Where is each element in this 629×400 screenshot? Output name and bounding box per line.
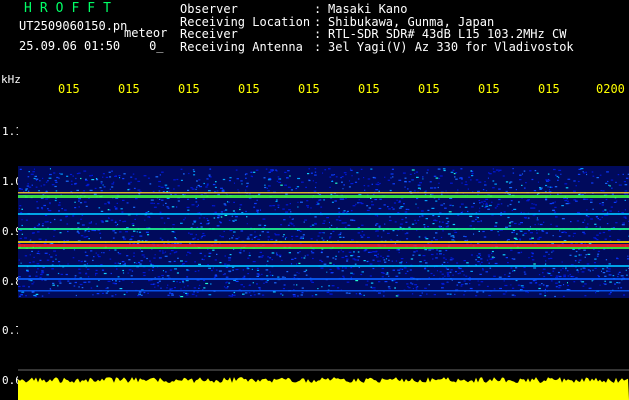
signal-band <box>18 290 629 292</box>
timestamp-suffix: 0_ <box>149 39 164 53</box>
spectrogram <box>18 166 629 400</box>
info-row-antenna: Receiving Antenna:3el Yagi(V) Az 330 for… <box>180 39 574 54</box>
time-tick-label: 0200 <box>596 82 625 96</box>
time-tick-label: 015 <box>538 82 560 96</box>
time-tick-label: 015 <box>298 82 320 96</box>
spectrogram-panel <box>18 100 629 400</box>
y-axis-unit: kHz <box>1 73 21 86</box>
signal-band <box>18 228 629 230</box>
noise-floor <box>18 377 629 400</box>
file-name: UT2509060150.pn <box>19 19 128 33</box>
timestamp-value: 25.09.06 01:50 <box>19 39 121 53</box>
signal-band <box>18 192 629 194</box>
capture-timestamp: 25.09.06 01:50 0_ <box>19 40 164 52</box>
time-tick-label: 015 <box>58 82 80 96</box>
signal-band <box>18 195 629 198</box>
info-label: Receiving Antenna <box>180 39 303 54</box>
signal-band <box>18 247 629 249</box>
signal-band <box>18 265 629 267</box>
signal-band <box>18 213 629 215</box>
time-tick-label: 015 <box>238 82 260 96</box>
info-separator: : <box>314 39 322 54</box>
info-value: 3el Yagi(V) Az 330 for Vladivostok <box>328 39 574 54</box>
time-tick-label: 015 <box>478 82 500 96</box>
info-separator: : <box>314 2 322 16</box>
time-tick-label: 015 <box>178 82 200 96</box>
signal-band <box>18 244 629 247</box>
signal-band <box>18 241 629 243</box>
info-label: Receiver <box>180 27 238 41</box>
detection-type: meteor <box>124 26 168 40</box>
app-logo: HROFFT <box>24 1 119 16</box>
info-separator: : <box>314 27 322 41</box>
station-info: Observer: Masaki Kano Receiving Location:… <box>180 3 574 53</box>
time-tick-label: 015 <box>118 82 140 96</box>
time-tick-label: 015 <box>358 82 380 96</box>
time-tick-label: 015 <box>418 82 440 96</box>
info-label: Observer <box>180 2 238 16</box>
signal-band <box>18 278 629 280</box>
